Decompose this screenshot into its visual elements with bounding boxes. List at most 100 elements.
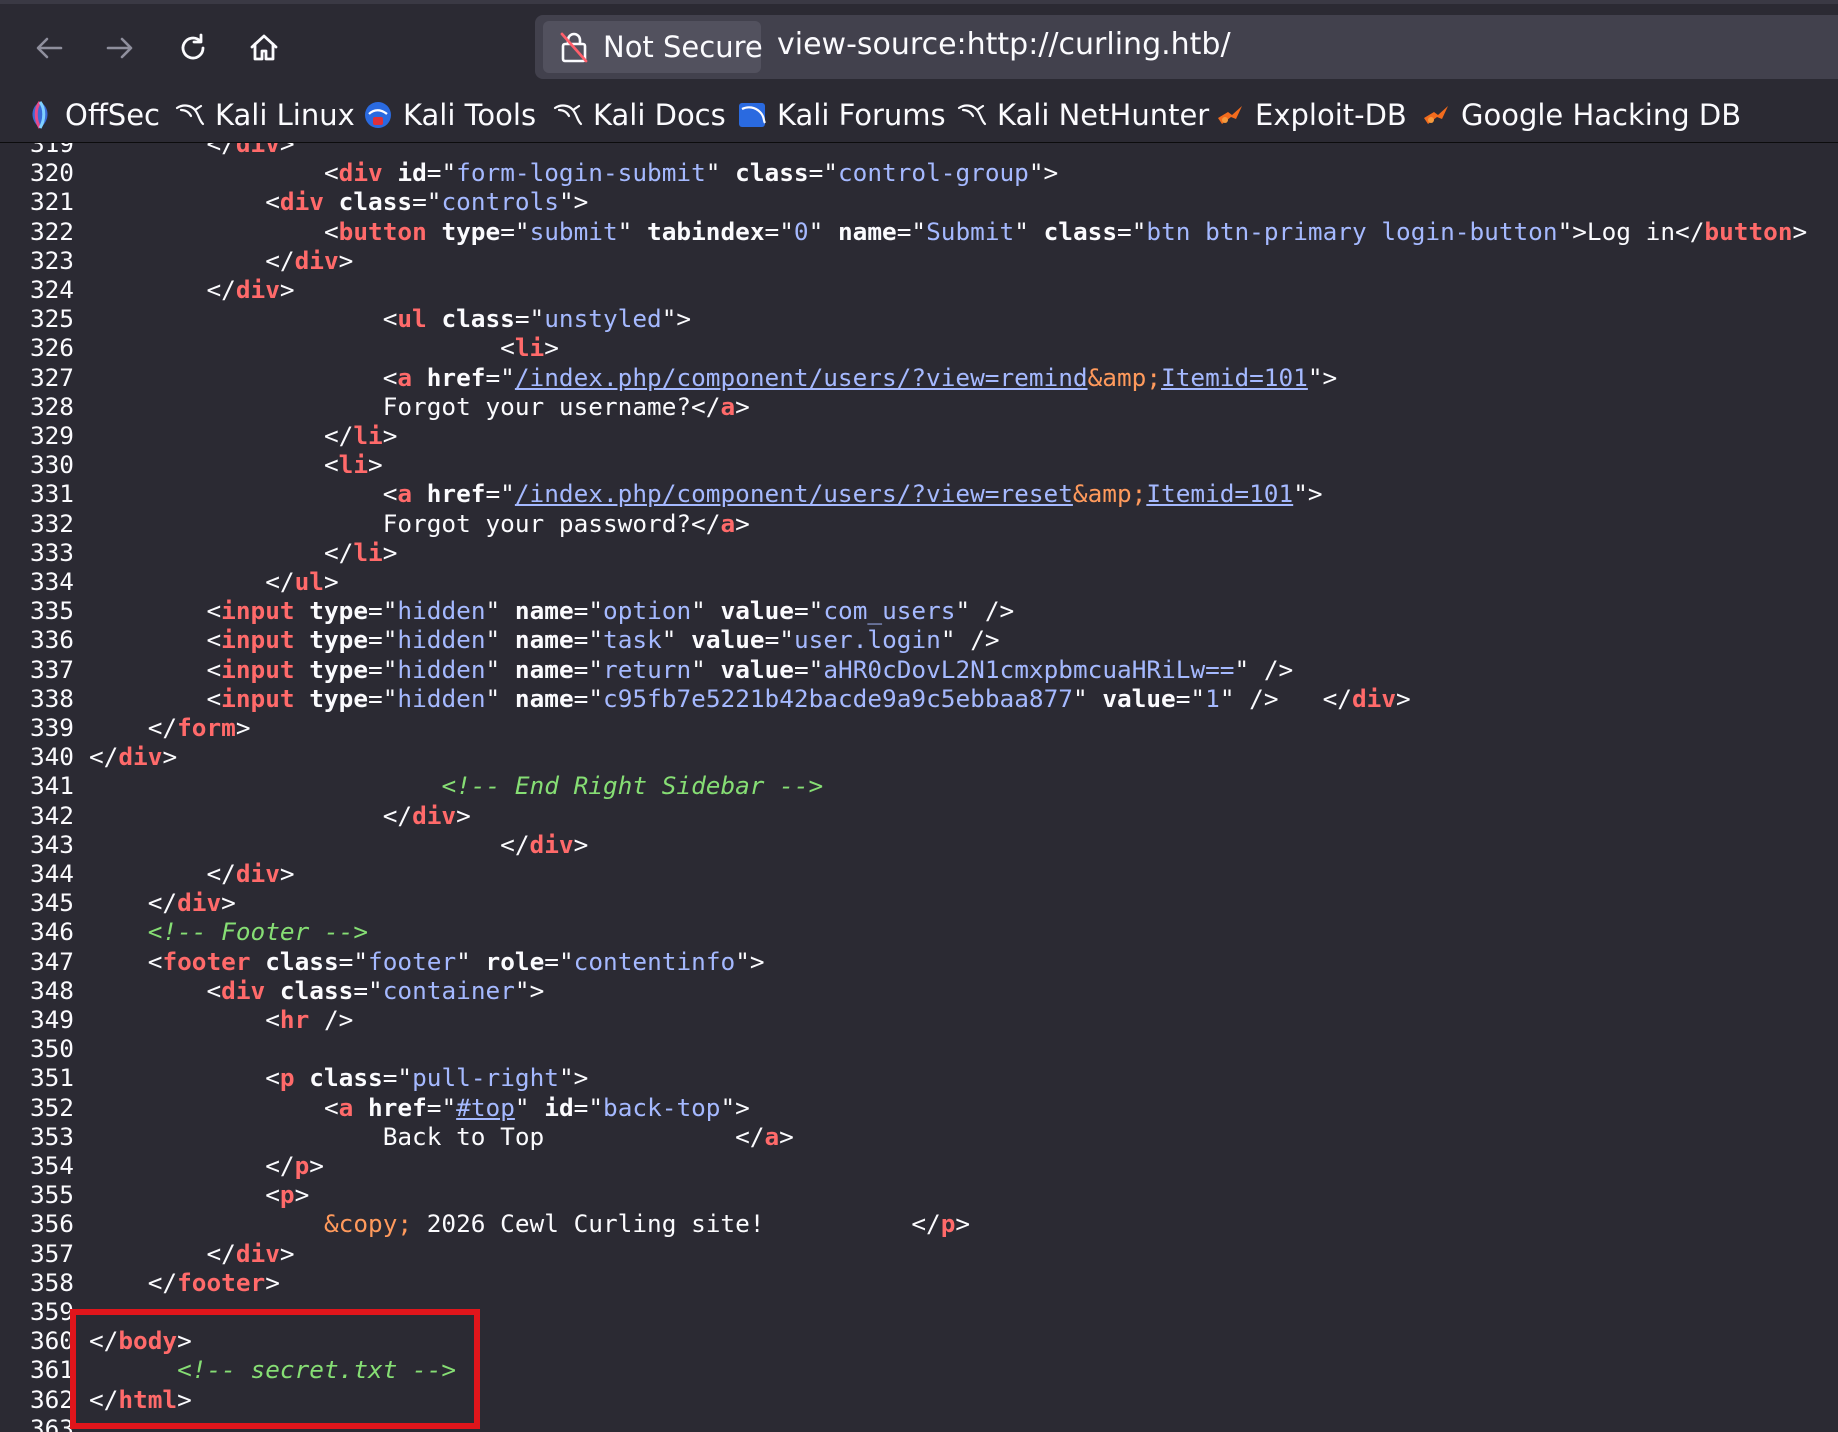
attribute-value: hidden [397,625,486,655]
page-source-view[interactable]: 319 </div> 320 <div id="form-login-submit… [0,143,1838,1432]
bookmark-exploit-db[interactable]: Exploit-DB [1215,95,1407,135]
code-text: " [661,625,692,655]
line-number: 339 [29,713,74,742]
attribute-value: contentinfo [573,946,736,976]
code-text: </ [89,1151,295,1180]
tag-name: input [221,596,295,626]
line-number: 347 [29,946,74,976]
kali-dragon-icon [553,104,583,126]
tag-name: div [279,187,324,217]
attribute-value: controls [441,187,559,217]
code-text: " [485,625,515,655]
code-text: " [485,683,515,713]
tag-name: a [764,1121,780,1151]
code-text: > [456,800,471,830]
tag-name: hr [279,1005,310,1034]
line-code: <div id="form-login-submit" class="contr… [89,158,1058,187]
source-link[interactable]: /index.php/component/users/?view=reset [515,479,1073,508]
home-button[interactable] [238,22,290,74]
attribute-name: class [441,304,515,334]
attribute-value: footer [368,946,457,976]
source-link[interactable]: Itemid=101 [1146,479,1293,508]
line-code: &copy; 2026 Cewl Curling site! </p> [89,1209,970,1238]
bookmark-kali-docs[interactable]: Kali Docs [553,95,726,135]
code-text: " [514,1092,545,1122]
code-text: "> [1307,362,1338,392]
attribute-value: com_users [823,596,956,626]
line-code: </li> [89,421,397,450]
line-number: 361 [29,1355,74,1385]
bookmark-kali-nethunter[interactable]: Kali NetHunter [957,95,1209,135]
line-number: 325 [29,304,74,334]
bookmark-label: Kali Linux [215,98,355,132]
code-text: =" [544,946,574,976]
forward-button[interactable] [94,22,146,74]
line-code: </div> [89,859,294,888]
source-link[interactable]: Itemid=101 [1161,363,1308,392]
attribute-value: user.login [793,625,941,655]
bookmark-label: Exploit-DB [1255,98,1407,132]
code-text: </ [89,421,354,450]
code-text: > [279,275,295,304]
url-text[interactable]: view-source:http://curling.htb/ [777,27,1231,62]
attribute-value: control-group [837,158,1029,188]
code-text: ">Log in</ [1557,216,1705,246]
bookmarks-toolbar: OffSec Kali Linux Kali Tools Kali Docs K… [0,87,1838,143]
url-bar[interactable]: Not Secure view-source:http://curling.ht… [535,15,1838,79]
bookmark-kali-forums[interactable]: Kali Forums [737,95,946,135]
code-text: > [382,421,398,450]
bookmark-google-hacking-db[interactable]: Google Hacking DB [1421,95,1741,135]
code-text: =" [426,1092,457,1122]
attribute-value: 0 [793,216,809,246]
bookmark-kali-tools[interactable]: Kali Tools [363,95,536,135]
code-text: =" [793,596,824,626]
attribute-value: 1 [1205,683,1220,713]
line-number: 357 [29,1238,74,1268]
line-code: </div> [89,801,471,830]
tag-name: form [177,713,236,742]
tag-name: p [279,1063,295,1093]
site-security-indicator[interactable]: Not Secure [543,21,763,73]
attribute-name: name [514,625,574,655]
code-text: "> [720,1092,750,1122]
back-button[interactable] [23,22,75,74]
tag-name: input [221,654,295,684]
line-code: <input type="hidden" name="c95fb7e5221b4… [89,683,1410,713]
attribute-value: aHR0cDovL2N1cmxpbmcuaHRiLw== [823,654,1235,684]
line-code: Forgot your username?</a> [89,392,750,421]
code-text: < [89,654,222,684]
bookmark-label: Kali Forums [777,98,946,132]
code-text: "> [735,946,765,976]
source-link[interactable]: #top [456,1093,515,1122]
code-text: </ [89,275,236,304]
source-link[interactable]: /index.php/component/users/?view=remind [515,363,1088,392]
line-number: 358 [29,1267,74,1297]
code-text: Forgot your username?</ [89,391,721,421]
reload-button[interactable] [167,22,219,74]
comment: <!-- Footer --> [147,917,369,947]
code-text: </ [89,800,413,830]
line-number: 330 [29,450,74,480]
attribute-name: name [514,654,574,684]
code-text: =" [573,654,604,684]
line-number: 352 [29,1092,74,1122]
code-text: > [323,567,339,596]
attribute-name: value [720,654,794,684]
bookmark-label: OffSec [65,98,161,132]
line-code: <p> [89,1180,309,1209]
code-text: > [735,391,750,421]
code-text: > [221,888,236,918]
bookmark-kali-linux[interactable]: Kali Linux [175,95,355,135]
attribute-name: role [485,946,545,976]
line-number: 333 [29,537,74,567]
line-number: 349 [29,1005,74,1034]
line-number: 360 [29,1326,74,1356]
attribute-value: form-login-submit [456,158,706,188]
code-text: Back to Top </ [89,1121,765,1151]
code-text: "> [558,187,589,217]
attribute-name: name [514,683,574,713]
code-text: < [89,1092,339,1122]
bookmark-offsec[interactable]: OffSec [25,95,160,135]
